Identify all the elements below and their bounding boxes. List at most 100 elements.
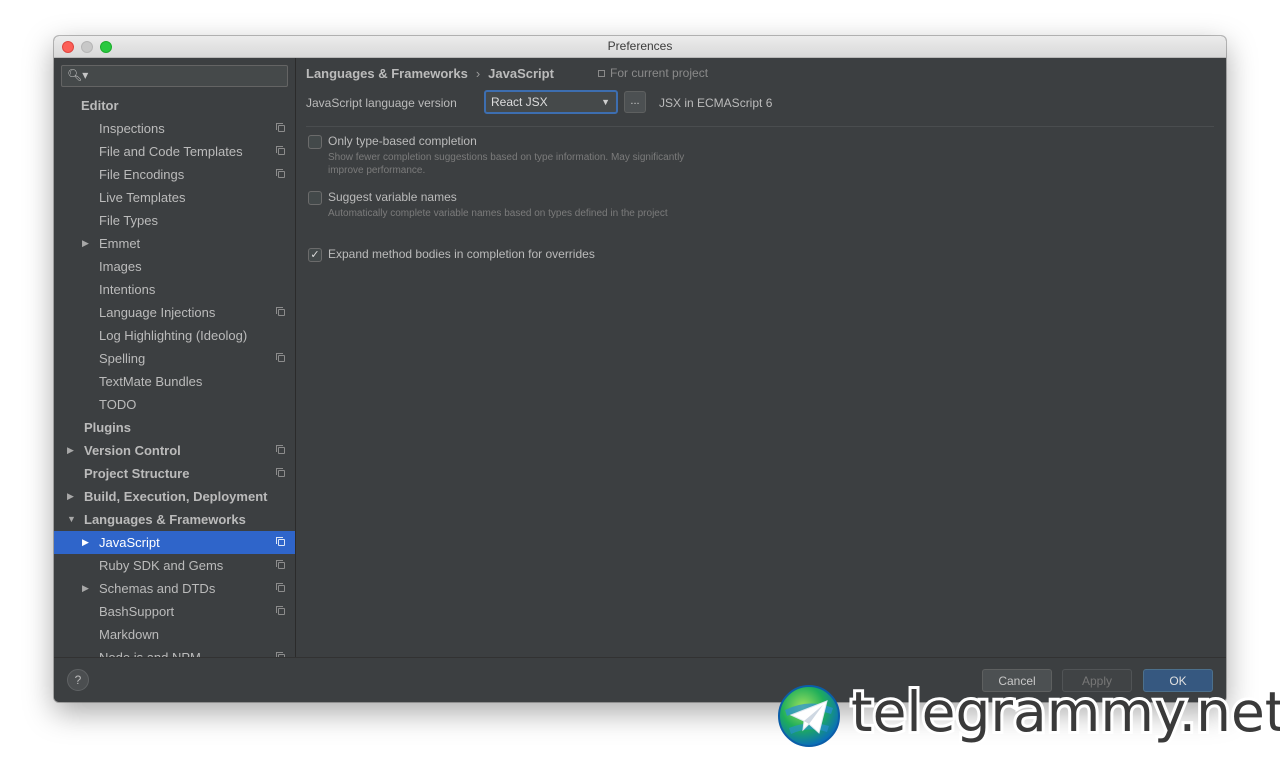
sidebar-item-label: Inspections — [99, 121, 165, 136]
sidebar-item-project-structure[interactable]: Project Structure — [54, 462, 295, 485]
sidebar-item-label: Ruby SDK and Gems — [99, 558, 224, 573]
sidebar-item-emmet[interactable]: ▶ Emmet — [54, 232, 295, 255]
project-scope-indicator: For current project — [598, 66, 708, 80]
sidebar-item-file-and-code-templates[interactable]: File and Code Templates — [54, 140, 295, 163]
sidebar-item-schemas-and-dtds[interactable]: ▶ Schemas and DTDs — [54, 577, 295, 600]
sidebar-item-inspections[interactable]: Inspections — [54, 117, 295, 140]
sidebar-item-javascript[interactable]: ▶ JavaScript — [54, 531, 295, 554]
sidebar-item-label: File Encodings — [99, 167, 185, 182]
sidebar-item-label: Emmet — [99, 236, 141, 251]
project-level-icon — [276, 353, 285, 362]
sidebar-item-label: BashSupport — [99, 604, 175, 619]
sidebar-item-log-highlighting-ideolog[interactable]: Log Highlighting (Ideolog) — [54, 324, 295, 347]
watermark: telegrammy.net — [777, 677, 1280, 748]
type-based-completion-checkbox[interactable] — [308, 135, 322, 149]
title-bar: Preferences — [54, 36, 1226, 58]
breadcrumb-current: JavaScript — [488, 66, 554, 81]
sidebar-item-bashsupport[interactable]: BashSupport — [54, 600, 295, 623]
help-button[interactable]: ? — [67, 669, 89, 691]
sidebar-item-images[interactable]: Images — [54, 255, 295, 278]
sidebar-item-label: Markdown — [99, 627, 159, 642]
breadcrumb-parent[interactable]: Languages & Frameworks — [306, 66, 468, 81]
sidebar-item-label: Intentions — [99, 282, 156, 297]
js-version-label: JavaScript language version — [306, 96, 457, 110]
sidebar-item-label: File and Code Templates — [99, 144, 243, 159]
sidebar-item-live-templates[interactable]: Live Templates — [54, 186, 295, 209]
settings-search-input[interactable] — [84, 67, 282, 85]
sidebar-item-label: Editor — [81, 98, 119, 113]
javascript-settings-panel: Languages & Frameworks › JavaScript For cu… — [296, 58, 1226, 657]
project-level-icon — [276, 468, 285, 477]
sidebar-item-file-encodings[interactable]: File Encodings — [54, 163, 295, 186]
sidebar-item-label: TODO — [99, 397, 137, 412]
js-version-select[interactable]: React JSX ▼ — [484, 90, 618, 114]
sidebar-item-intentions[interactable]: Intentions — [54, 278, 295, 301]
sidebar-item-label: Log Highlighting (Ideolog) — [99, 328, 248, 343]
suggest-variable-names-checkbox[interactable] — [308, 191, 322, 205]
settings-search-box[interactable]: 🔍︎▾ — [61, 65, 288, 87]
project-scope-icon — [598, 70, 605, 77]
expand-arrow-down-icon[interactable]: ▼ — [67, 508, 76, 531]
sidebar-item-language-injections[interactable]: Language Injections — [54, 301, 295, 324]
project-level-icon — [276, 169, 285, 178]
option-description: Automatically complete variable names ba… — [328, 208, 668, 219]
expand-arrow-right-icon[interactable]: ▶ — [67, 439, 74, 462]
project-level-icon — [276, 606, 285, 615]
window-title: Preferences — [607, 39, 673, 53]
sidebar-item-label: Language Injections — [99, 305, 216, 320]
project-level-icon — [276, 583, 285, 592]
sidebar-item-label: File Types — [99, 213, 159, 228]
option-description: Show fewer completion suggestions based … — [328, 152, 685, 176]
sidebar-item-version-control[interactable]: ▶ Version Control — [54, 439, 295, 462]
sidebar-item-node-js-and-npm[interactable]: Node.js and NPM — [54, 646, 295, 657]
option-title: Only type-based completion — [328, 134, 477, 148]
watermark-text: telegrammy.net — [848, 677, 1280, 747]
sidebar-item-spelling[interactable]: Spelling — [54, 347, 295, 370]
telegram-globe-logo-icon — [778, 685, 840, 747]
project-level-icon — [276, 123, 285, 132]
preferences-window: Preferences 🔍︎▾ Editor Inspections File an… — [54, 36, 1226, 702]
sidebar-item-editor[interactable]: Editor — [54, 94, 295, 117]
sidebar-item-label: Schemas and DTDs — [99, 581, 216, 596]
sidebar-item-textmate-bundles[interactable]: TextMate Bundles — [54, 370, 295, 393]
project-level-icon — [276, 537, 285, 546]
expand-arrow-right-icon[interactable]: ▶ — [67, 485, 74, 508]
sidebar-item-label: Plugins — [84, 420, 131, 435]
sidebar-item-label: Build, Execution, Deployment — [84, 489, 268, 504]
sidebar-item-languages-frameworks[interactable]: ▼ Languages & Frameworks — [54, 508, 295, 531]
sidebar-item-label: Spelling — [99, 351, 146, 366]
option-title: Expand method bodies in completion for o… — [328, 247, 595, 261]
sidebar-item-label: Live Templates — [99, 190, 186, 205]
sidebar-item-label: TextMate Bundles — [99, 374, 203, 389]
sidebar-item-label: Languages & Frameworks — [84, 512, 246, 527]
sidebar-item-file-types[interactable]: File Types — [54, 209, 295, 232]
sidebar-item-plugins[interactable]: Plugins — [54, 416, 295, 439]
sidebar-item-label: Node.js and NPM — [99, 646, 201, 657]
section-divider — [306, 126, 1214, 127]
expand-arrow-right-icon[interactable]: ▶ — [82, 232, 89, 255]
sidebar-item-label: Project Structure — [84, 466, 190, 481]
expand-arrow-right-icon[interactable]: ▶ — [82, 577, 89, 600]
sidebar-item-markdown[interactable]: Markdown — [54, 623, 295, 646]
expand-arrow-right-icon[interactable]: ▶ — [82, 531, 89, 554]
chevron-down-icon: ▼ — [601, 97, 610, 107]
settings-sidebar: 🔍︎▾ Editor Inspections File and Code Templ… — [54, 58, 296, 657]
project-level-icon — [276, 445, 285, 454]
sidebar-item-ruby-sdk-and-gems[interactable]: Ruby SDK and Gems — [54, 554, 295, 577]
js-version-more-button[interactable]: ... — [624, 91, 646, 113]
sidebar-item-label: Version Control — [84, 443, 181, 458]
expand-method-bodies-checkbox[interactable]: ✓ — [308, 248, 322, 262]
project-scope-label: For current project — [610, 66, 709, 80]
breadcrumb: Languages & Frameworks › JavaScript — [306, 66, 554, 81]
sidebar-item-todo[interactable]: TODO — [54, 393, 295, 416]
breadcrumb-separator: › — [475, 66, 481, 81]
sidebar-item-label: Images — [99, 259, 142, 274]
project-level-icon — [276, 146, 285, 155]
option-title: Suggest variable names — [328, 190, 457, 204]
project-level-icon — [276, 560, 285, 569]
sidebar-item-build-execution-deployment[interactable]: ▶ Build, Execution, Deployment — [54, 485, 295, 508]
js-version-description: JSX in ECMAScript 6 — [659, 96, 773, 110]
sidebar-item-label: JavaScript — [99, 535, 160, 550]
settings-tree: Editor Inspections File and Code Templates… — [54, 94, 295, 657]
js-version-selected-value: React JSX — [491, 95, 548, 109]
